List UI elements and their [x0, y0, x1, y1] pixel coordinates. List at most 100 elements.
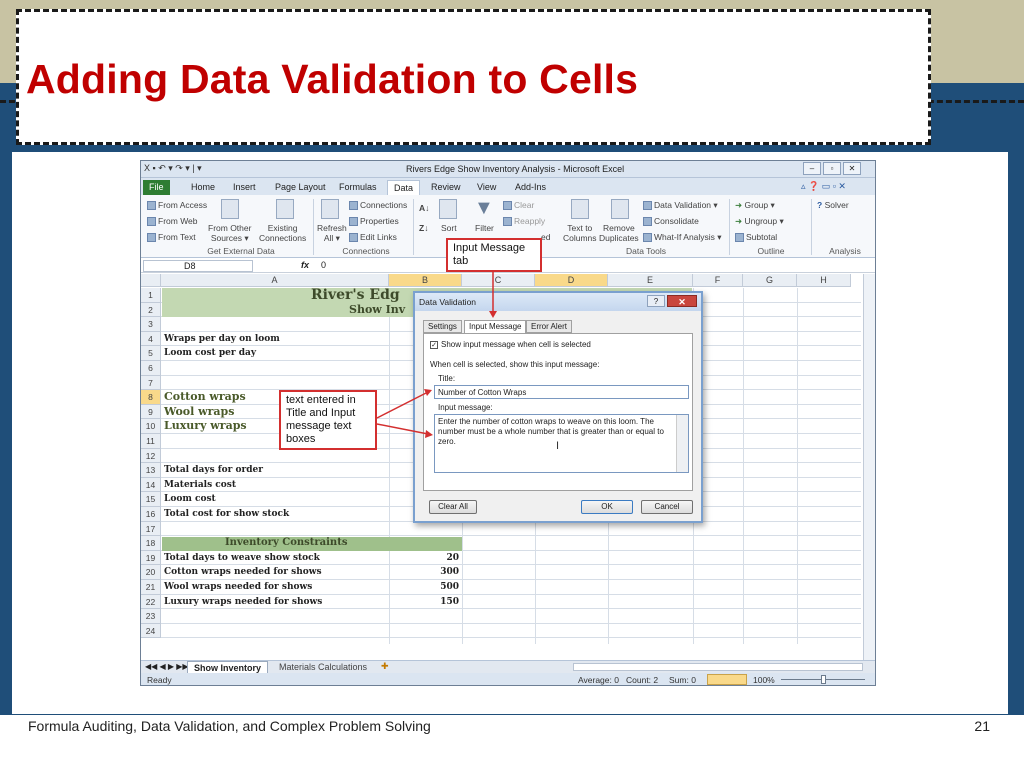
advanced-button[interactable]: ed [541, 232, 550, 242]
edit-links-button[interactable]: Edit Links [349, 232, 397, 243]
column-header-h[interactable]: H [797, 274, 851, 287]
row-header[interactable]: 22 [141, 594, 161, 610]
properties-button[interactable]: Properties [349, 216, 399, 227]
ungroup-button[interactable]: ➜ Ungroup ▾ [735, 216, 784, 227]
from-access-button[interactable]: From Access [147, 200, 207, 211]
tab-view[interactable]: View [471, 180, 502, 195]
help-icon[interactable]: ? [647, 295, 665, 307]
group-button[interactable]: ➜ Group ▾ [735, 200, 775, 211]
view-buttons[interactable] [707, 674, 747, 685]
sort-asc-icon[interactable]: A↓ [419, 203, 429, 213]
row-header[interactable]: 3 [141, 317, 161, 332]
title-input[interactable]: Number of Cotton Wraps [434, 385, 689, 399]
row-header[interactable]: 5 [141, 346, 161, 361]
data-validation-button[interactable]: Data Validation ▾ [643, 200, 718, 211]
row-label-cell[interactable]: Show Inv [349, 303, 405, 317]
show-message-checkbox[interactable]: ✓ Show input message when cell is selecte… [430, 340, 591, 349]
row-header[interactable]: 18 [141, 536, 161, 551]
remove-duplicates-button[interactable]: Remove Duplicates [599, 223, 639, 243]
select-all-corner[interactable] [141, 274, 161, 287]
row-header[interactable]: 12 [141, 448, 161, 464]
row-header[interactable]: 20 [141, 565, 161, 580]
tab-page-layout[interactable]: Page Layout [269, 180, 332, 195]
tab-formulas[interactable]: Formulas [333, 180, 383, 195]
ok-button[interactable]: OK [581, 500, 633, 514]
row-header[interactable]: 23 [141, 609, 161, 624]
quick-access-toolbar[interactable]: X ▪ ↶ ▾ ↷ ▾ | ▾ [144, 163, 202, 174]
from-other-sources-button[interactable]: From Other Sources ▾ [208, 223, 251, 244]
row-label-cell[interactable]: Loom cost [164, 492, 216, 506]
from-web-button[interactable]: From Web [147, 216, 198, 227]
cancel-button[interactable]: Cancel [641, 500, 693, 514]
horizontal-scrollbar[interactable] [573, 663, 863, 671]
row-label-cell[interactable]: Loom cost per day [164, 346, 256, 360]
refresh-all-button[interactable]: Refresh All ▾ [317, 223, 347, 244]
name-box[interactable]: D8 [143, 260, 253, 272]
reapply-button[interactable]: Reapply [503, 216, 545, 227]
vertical-scrollbar[interactable] [863, 274, 875, 660]
column-header-e[interactable]: E [608, 274, 693, 287]
constraint-value-cell[interactable]: 20 [389, 551, 459, 565]
row-header[interactable]: 8 [141, 390, 161, 405]
row-label-cell[interactable]: Materials cost [164, 478, 236, 492]
row-label-cell[interactable]: Cotton wraps [164, 390, 246, 404]
row-label-cell[interactable]: Luxury wraps needed for shows [164, 595, 322, 609]
column-header-b[interactable]: B [389, 274, 462, 287]
tab-review[interactable]: Review [425, 180, 467, 195]
row-header[interactable]: 17 [141, 521, 161, 537]
consolidate-button[interactable]: Consolidate [643, 216, 699, 227]
row-label-cell[interactable]: River's Edg [311, 288, 400, 302]
tab-input-message[interactable]: Input Message [464, 320, 527, 334]
connections-button[interactable]: Connections [349, 200, 407, 211]
subtotal-button[interactable]: Subtotal [735, 232, 777, 243]
row-header[interactable]: 16 [141, 507, 161, 522]
clear-button[interactable]: Clear [503, 200, 534, 211]
solver-button[interactable]: ? Solver [817, 200, 849, 210]
row-label-cell[interactable]: Total days for order [164, 463, 263, 477]
tab-add-ins[interactable]: Add-Ins [509, 180, 552, 195]
help-icon[interactable]: ▵ ❓ ▭ ▫ ✕ [801, 181, 846, 192]
close-icon[interactable]: ✕ [667, 295, 697, 307]
textarea-scrollbar[interactable] [676, 415, 688, 472]
from-text-button[interactable]: From Text [147, 232, 196, 243]
text-to-columns-button[interactable]: Text to Columns [563, 223, 597, 243]
tab-settings[interactable]: Settings [423, 320, 462, 333]
row-header[interactable]: 24 [141, 623, 161, 639]
constraint-value-cell[interactable]: 150 [389, 595, 459, 609]
row-header[interactable]: 2 [141, 302, 161, 318]
clear-all-button[interactable]: Clear All [429, 500, 477, 514]
row-header[interactable]: 11 [141, 434, 161, 449]
row-header[interactable]: 7 [141, 375, 161, 391]
row-header[interactable]: 9 [141, 404, 161, 420]
row-label-cell[interactable]: Wraps per day on loom [164, 332, 280, 346]
column-header-d[interactable]: D [535, 274, 608, 287]
row-label-cell[interactable]: Total days to weave show stock [164, 551, 320, 565]
column-header-g[interactable]: G [743, 274, 797, 287]
zoom-thumb[interactable] [821, 675, 826, 684]
sheet-tab-materials[interactable]: Materials Calculations [279, 662, 367, 672]
tab-insert[interactable]: Insert [227, 180, 262, 195]
formula-input[interactable]: 0 [321, 260, 326, 270]
fx-icon[interactable]: fx [301, 260, 309, 270]
row-label-cell[interactable]: Total cost for show stock [164, 507, 289, 521]
column-header-c[interactable]: C [462, 274, 535, 287]
sort-desc-icon[interactable]: Z↓ [419, 223, 428, 233]
tab-data[interactable]: Data [387, 180, 421, 195]
tab-home[interactable]: Home [185, 180, 221, 195]
row-header[interactable]: 19 [141, 550, 161, 566]
constraint-value-cell[interactable]: 300 [389, 565, 459, 579]
maximize-icon[interactable]: ▫ [823, 162, 841, 175]
column-header-f[interactable]: F [693, 274, 743, 287]
tab-error-alert[interactable]: Error Alert [526, 320, 573, 333]
row-header[interactable]: 21 [141, 580, 161, 595]
row-label-cell[interactable]: Wool wraps [164, 405, 234, 419]
filter-button[interactable]: Filter [475, 223, 494, 233]
minimize-icon[interactable]: – [803, 162, 821, 175]
row-header[interactable]: 10 [141, 419, 161, 434]
existing-connections-button[interactable]: Existing Connections [259, 223, 306, 243]
row-header[interactable]: 4 [141, 331, 161, 347]
column-header-a[interactable]: A [161, 274, 389, 287]
close-icon[interactable]: ✕ [843, 162, 861, 175]
row-label-cell[interactable]: Inventory Constraints [225, 536, 347, 550]
constraint-value-cell[interactable]: 500 [389, 580, 459, 594]
